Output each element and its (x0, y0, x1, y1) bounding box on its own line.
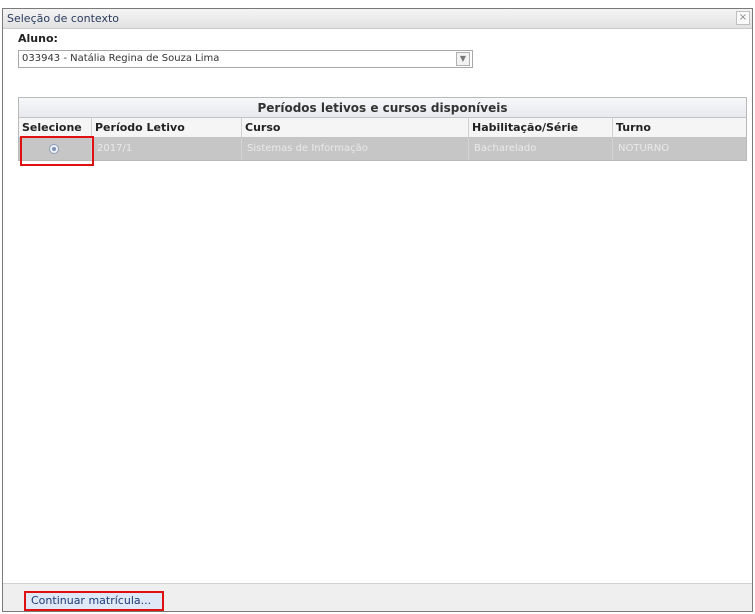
radio-highlight-box (20, 136, 94, 166)
student-select-value: 033943 - Natália Regina de Souza Lima (22, 53, 220, 64)
col-header-selecione: Selecione (19, 118, 92, 137)
student-label: Aluno: (18, 32, 58, 45)
cell-periodo: 2017/1 (92, 138, 242, 160)
dialog-title: Seleção de contexto (7, 12, 120, 25)
continue-enrollment-button[interactable]: Continuar matrícula... (24, 591, 164, 611)
dialog-titlebar: Seleção de contexto × (3, 9, 752, 29)
col-header-periodo: Período Letivo (92, 118, 242, 137)
col-header-habilitacao: Habilitação/Série (469, 118, 613, 137)
col-header-turno: Turno (616, 121, 651, 134)
grid-header-row: Selecione Período Letivo Curso Habilitaç… (19, 118, 746, 138)
cell-curso: Sistemas de Informação (242, 138, 469, 160)
col-header-curso: Curso (242, 118, 469, 137)
student-select[interactable]: 033943 - Natália Regina de Souza Lima ▼ (18, 50, 473, 68)
chevron-down-icon[interactable]: ▼ (456, 52, 470, 66)
table-row[interactable]: 2017/1 Sistemas de Informação Bacharelad… (19, 138, 746, 160)
grid-caption: Períodos letivos e cursos disponíveis (19, 98, 746, 118)
cell-turno: NOTURNO (618, 143, 670, 154)
cell-habilitacao: Bacharelado (469, 138, 613, 160)
periods-grid: Períodos letivos e cursos disponíveis Se… (18, 97, 747, 161)
close-icon[interactable]: × (736, 11, 750, 25)
